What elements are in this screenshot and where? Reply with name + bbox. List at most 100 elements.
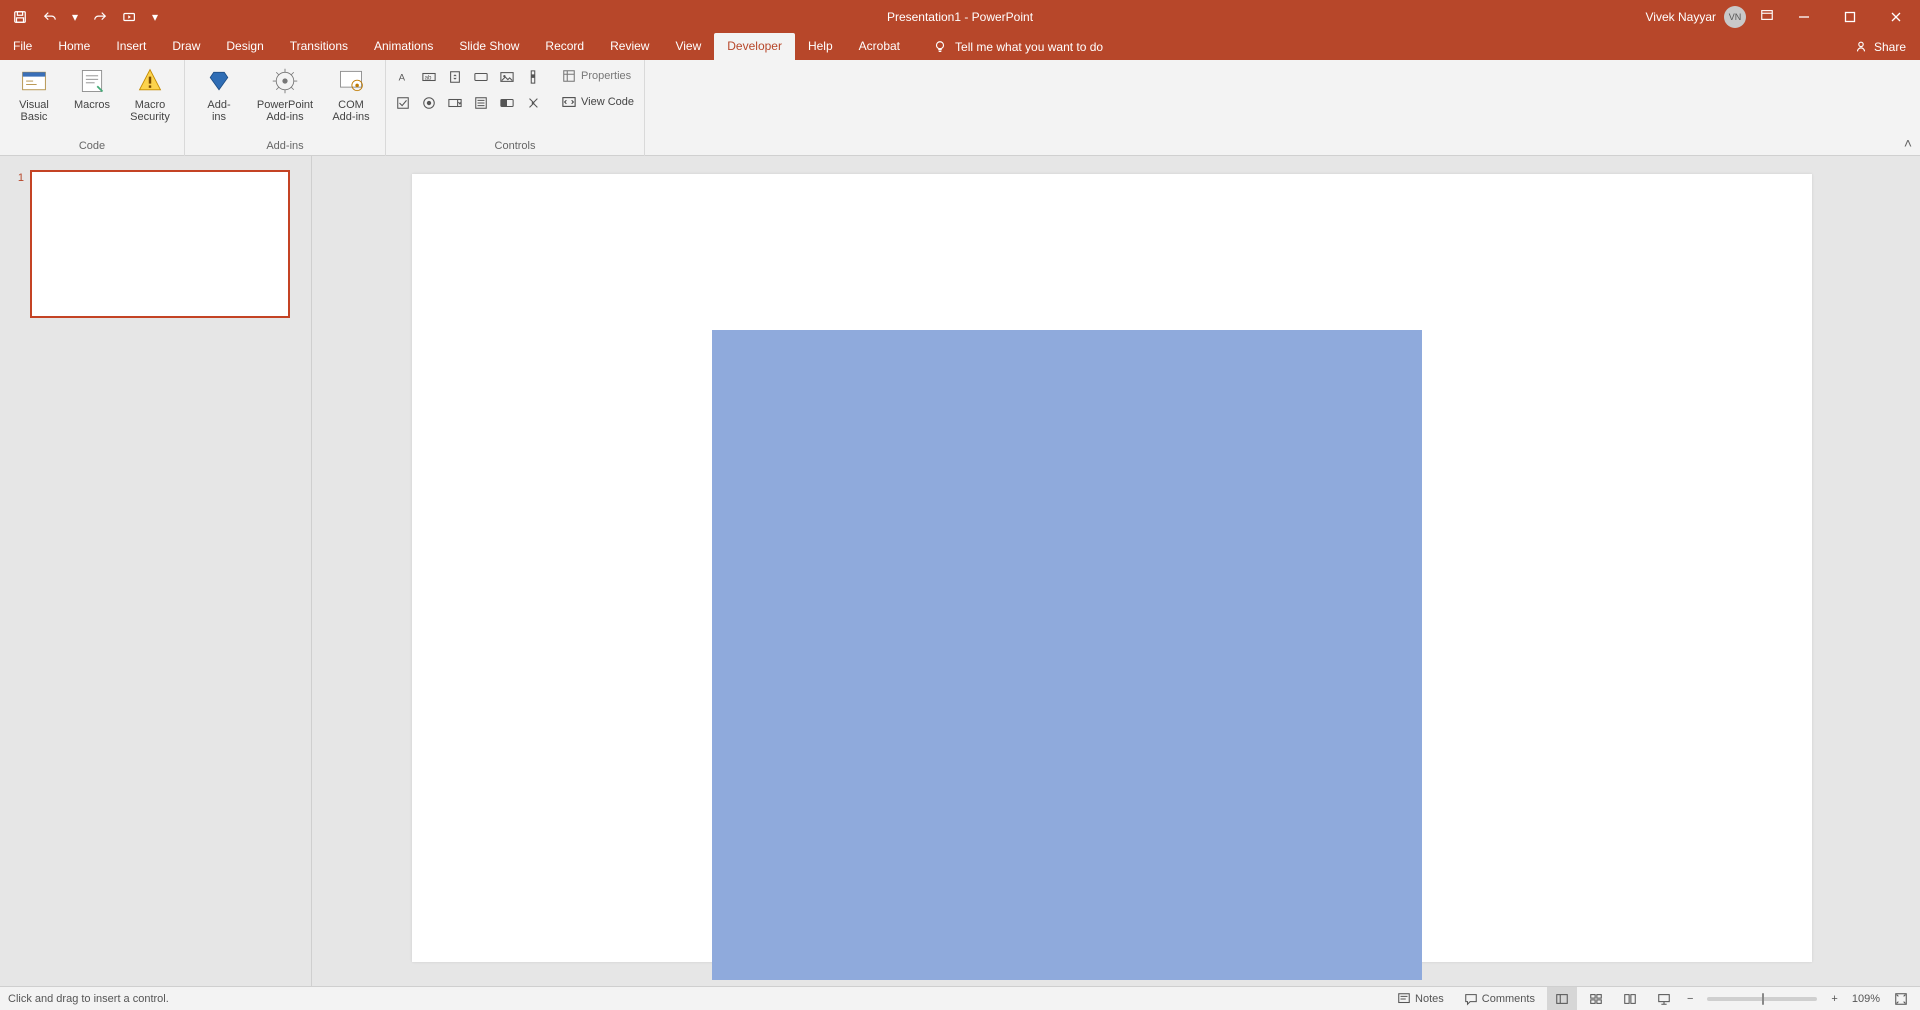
group-controls-label: Controls	[495, 138, 536, 154]
tell-me-search[interactable]: Tell me what you want to do	[933, 33, 1103, 60]
tab-draw[interactable]: Draw	[159, 33, 213, 60]
comments-icon	[1464, 992, 1478, 1006]
spin-control-icon[interactable]	[446, 68, 464, 86]
listbox-control-icon[interactable]	[472, 94, 490, 112]
user-account[interactable]: Vivek Nayyar VN	[1646, 6, 1746, 28]
undo-dropdown[interactable]: ▾	[70, 7, 80, 27]
reading-view-button[interactable]	[1615, 987, 1645, 1010]
tab-transitions[interactable]: Transitions	[277, 33, 361, 60]
reading-view-icon	[1623, 992, 1637, 1006]
maximize-button[interactable]	[1834, 0, 1866, 33]
scrollbar-control-icon[interactable]	[524, 68, 542, 86]
toggle-button-control-icon[interactable]	[498, 94, 516, 112]
ribbon: Visual Basic Macros Macro Security Code …	[0, 60, 1920, 156]
tab-slide-show[interactable]: Slide Show	[446, 33, 532, 60]
collapse-ribbon-icon[interactable]: ˄	[1904, 135, 1912, 151]
title-bar: ▾ ▾ Presentation1 - PowerPoint Vivek Nay…	[0, 0, 1920, 33]
tab-view[interactable]: View	[662, 33, 714, 60]
avatar: VN	[1724, 6, 1746, 28]
titlebar-right: Vivek Nayyar VN	[1646, 0, 1920, 33]
comments-label: Comments	[1482, 993, 1535, 1005]
properties-label: Properties	[581, 70, 631, 82]
visual-basic-label: Visual Basic	[19, 99, 49, 123]
slide-sorter-icon	[1589, 992, 1603, 1006]
quick-access-toolbar: ▾ ▾	[0, 0, 170, 33]
minimize-button[interactable]	[1788, 0, 1820, 33]
ribbon-tabs: File Home Insert Draw Design Transitions…	[0, 33, 1920, 60]
redo-icon[interactable]	[90, 7, 110, 27]
slide-thumbnail-1[interactable]	[30, 170, 290, 318]
tab-review[interactable]: Review	[597, 33, 662, 60]
workspace: 1	[0, 156, 1920, 986]
fit-to-window-button[interactable]	[1890, 987, 1912, 1010]
zoom-in-button[interactable]: +	[1827, 987, 1841, 1010]
zoom-level[interactable]: 109%	[1846, 993, 1886, 1005]
macro-security-button[interactable]: Macro Security	[124, 64, 176, 123]
normal-view-button[interactable]	[1547, 987, 1577, 1010]
normal-view-icon	[1555, 992, 1569, 1006]
close-button[interactable]	[1880, 0, 1912, 33]
user-name: Vivek Nayyar	[1646, 10, 1716, 24]
window-title: Presentation1 - PowerPoint	[0, 10, 1920, 24]
share-button[interactable]: Share	[1854, 33, 1906, 60]
blue-rectangle-shape[interactable]	[712, 330, 1422, 980]
properties-button[interactable]: Properties	[560, 68, 636, 84]
macros-icon	[77, 66, 107, 96]
powerpoint-addins-button[interactable]: PowerPoint Add-ins	[251, 64, 319, 123]
share-label: Share	[1874, 40, 1906, 54]
lightbulb-icon	[933, 40, 947, 54]
com-addins-button[interactable]: COM Add-ins	[325, 64, 377, 123]
notes-label: Notes	[1415, 993, 1444, 1005]
more-controls-icon[interactable]	[524, 94, 542, 112]
tab-design[interactable]: Design	[213, 33, 276, 60]
group-addins-label: Add-ins	[266, 138, 303, 154]
visual-basic-button[interactable]: Visual Basic	[8, 64, 60, 123]
addins-button[interactable]: Add- ins	[193, 64, 245, 123]
powerpoint-addins-icon	[270, 66, 300, 96]
zoom-out-button[interactable]: −	[1683, 987, 1697, 1010]
save-icon[interactable]	[10, 7, 30, 27]
start-from-beginning-icon[interactable]	[120, 7, 140, 27]
tab-developer[interactable]: Developer	[714, 33, 795, 60]
tab-insert[interactable]: Insert	[103, 33, 159, 60]
command-button-control-icon[interactable]	[472, 68, 490, 86]
label-control-icon[interactable]: A	[394, 68, 412, 86]
tab-help[interactable]: Help	[795, 33, 846, 60]
notes-button[interactable]: Notes	[1389, 987, 1452, 1010]
option-button-control-icon[interactable]	[420, 94, 438, 112]
status-bar: Click and drag to insert a control. Note…	[0, 986, 1920, 1010]
share-icon	[1854, 40, 1868, 54]
slideshow-view-button[interactable]	[1649, 987, 1679, 1010]
textbox-control-icon[interactable]: ab	[420, 68, 438, 86]
status-message: Click and drag to insert a control.	[0, 993, 169, 1005]
zoom-slider[interactable]	[1707, 997, 1817, 1001]
slide-thumbnail-panel[interactable]: 1	[0, 156, 312, 986]
group-controls: A ab Prop	[386, 60, 645, 156]
svg-text:A: A	[399, 73, 406, 84]
tab-animations[interactable]: Animations	[361, 33, 446, 60]
macros-label: Macros	[74, 99, 110, 111]
macros-button[interactable]: Macros	[66, 64, 118, 111]
tab-acrobat[interactable]: Acrobat	[846, 33, 913, 60]
fit-icon	[1894, 992, 1908, 1006]
slide-editor[interactable]	[312, 156, 1920, 986]
tell-me-label: Tell me what you want to do	[955, 40, 1103, 54]
com-addins-label: COM Add-ins	[332, 99, 369, 123]
customize-qat[interactable]: ▾	[150, 7, 160, 27]
tab-file[interactable]: File	[0, 33, 45, 60]
slide-number: 1	[10, 170, 24, 986]
slide-sorter-view-button[interactable]	[1581, 987, 1611, 1010]
slide-canvas[interactable]	[412, 174, 1812, 962]
checkbox-control-icon[interactable]	[394, 94, 412, 112]
view-code-button[interactable]: View Code	[560, 94, 636, 110]
addins-label: Add- ins	[207, 99, 230, 123]
combobox-control-icon[interactable]	[446, 94, 464, 112]
com-addins-icon	[336, 66, 366, 96]
control-gallery: A ab	[394, 64, 542, 112]
image-control-icon[interactable]	[498, 68, 516, 86]
comments-button[interactable]: Comments	[1456, 987, 1543, 1010]
tab-record[interactable]: Record	[532, 33, 597, 60]
undo-icon[interactable]	[40, 7, 60, 27]
ribbon-display-options-icon[interactable]	[1760, 8, 1774, 25]
tab-home[interactable]: Home	[45, 33, 103, 60]
